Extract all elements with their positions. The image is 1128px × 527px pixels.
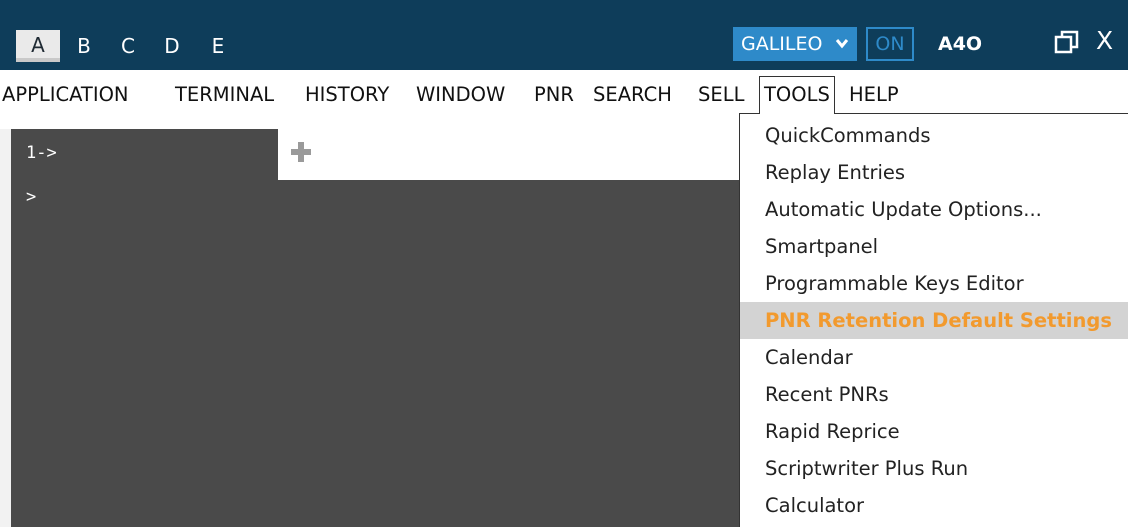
agent-label: A4O xyxy=(938,33,983,55)
menu-sell[interactable]: SELL xyxy=(698,76,744,114)
menu-search[interactable]: SEARCH xyxy=(593,76,672,114)
menu-history[interactable]: HISTORY xyxy=(305,76,389,114)
on-toggle-button[interactable]: ON xyxy=(866,27,914,61)
window-tab-c[interactable]: C xyxy=(106,30,150,62)
menu-item-calculator[interactable]: Calculator xyxy=(740,487,1128,524)
title-bar: A B C D E GALILEO ON A4O X xyxy=(0,0,1128,70)
menu-bar: APPLICATION TERMINAL HISTORY WINDOW PNR … xyxy=(0,76,1128,114)
menu-item-recent-pnrs[interactable]: Recent PNRs xyxy=(740,376,1128,413)
window-tab-d[interactable]: D xyxy=(150,30,194,62)
gds-selector[interactable]: GALILEO xyxy=(733,27,857,61)
window-tab-e[interactable]: E xyxy=(196,30,240,62)
add-tab-plus-icon[interactable] xyxy=(289,140,313,164)
menu-item-replay-entries[interactable]: Replay Entries xyxy=(740,154,1128,191)
menu-item-quickcommands[interactable]: QuickCommands xyxy=(740,117,1128,154)
menu-window[interactable]: WINDOW xyxy=(416,76,505,114)
menu-help[interactable]: HELP xyxy=(849,76,899,114)
menu-application[interactable]: APPLICATION xyxy=(2,76,129,114)
menu-item-programmable-keys-editor[interactable]: Programmable Keys Editor xyxy=(740,265,1128,302)
menu-terminal[interactable]: TERMINAL xyxy=(175,76,274,114)
terminal-prompt: > xyxy=(26,187,37,207)
close-icon[interactable]: X xyxy=(1096,24,1113,58)
restore-window-icon[interactable] xyxy=(1054,30,1080,54)
menu-item-rapid-reprice[interactable]: Rapid Reprice xyxy=(740,413,1128,450)
window-tab-a[interactable]: A xyxy=(16,30,60,62)
window-tab-b[interactable]: B xyxy=(62,30,106,62)
terminal-tab-label: 1-> xyxy=(26,143,57,163)
chevron-down-icon xyxy=(835,27,849,73)
gds-selected-label: GALILEO xyxy=(741,33,823,55)
terminal-left-border xyxy=(0,129,11,527)
menu-tools[interactable]: TOOLS xyxy=(759,76,835,114)
menu-item-automatic-update-options[interactable]: Automatic Update Options... xyxy=(740,191,1128,228)
menu-pnr[interactable]: PNR xyxy=(534,76,574,114)
tools-dropdown-menu: QuickCommands Replay Entries Automatic U… xyxy=(739,113,1128,527)
menu-item-calendar[interactable]: Calendar xyxy=(740,339,1128,376)
terminal-screen[interactable] xyxy=(11,180,751,527)
menu-item-pnr-retention-default-settings[interactable]: PNR Retention Default Settings xyxy=(740,302,1128,339)
menu-item-scriptwriter-plus-run[interactable]: Scriptwriter Plus Run xyxy=(740,450,1128,487)
menu-item-smartpanel[interactable]: Smartpanel xyxy=(740,228,1128,265)
